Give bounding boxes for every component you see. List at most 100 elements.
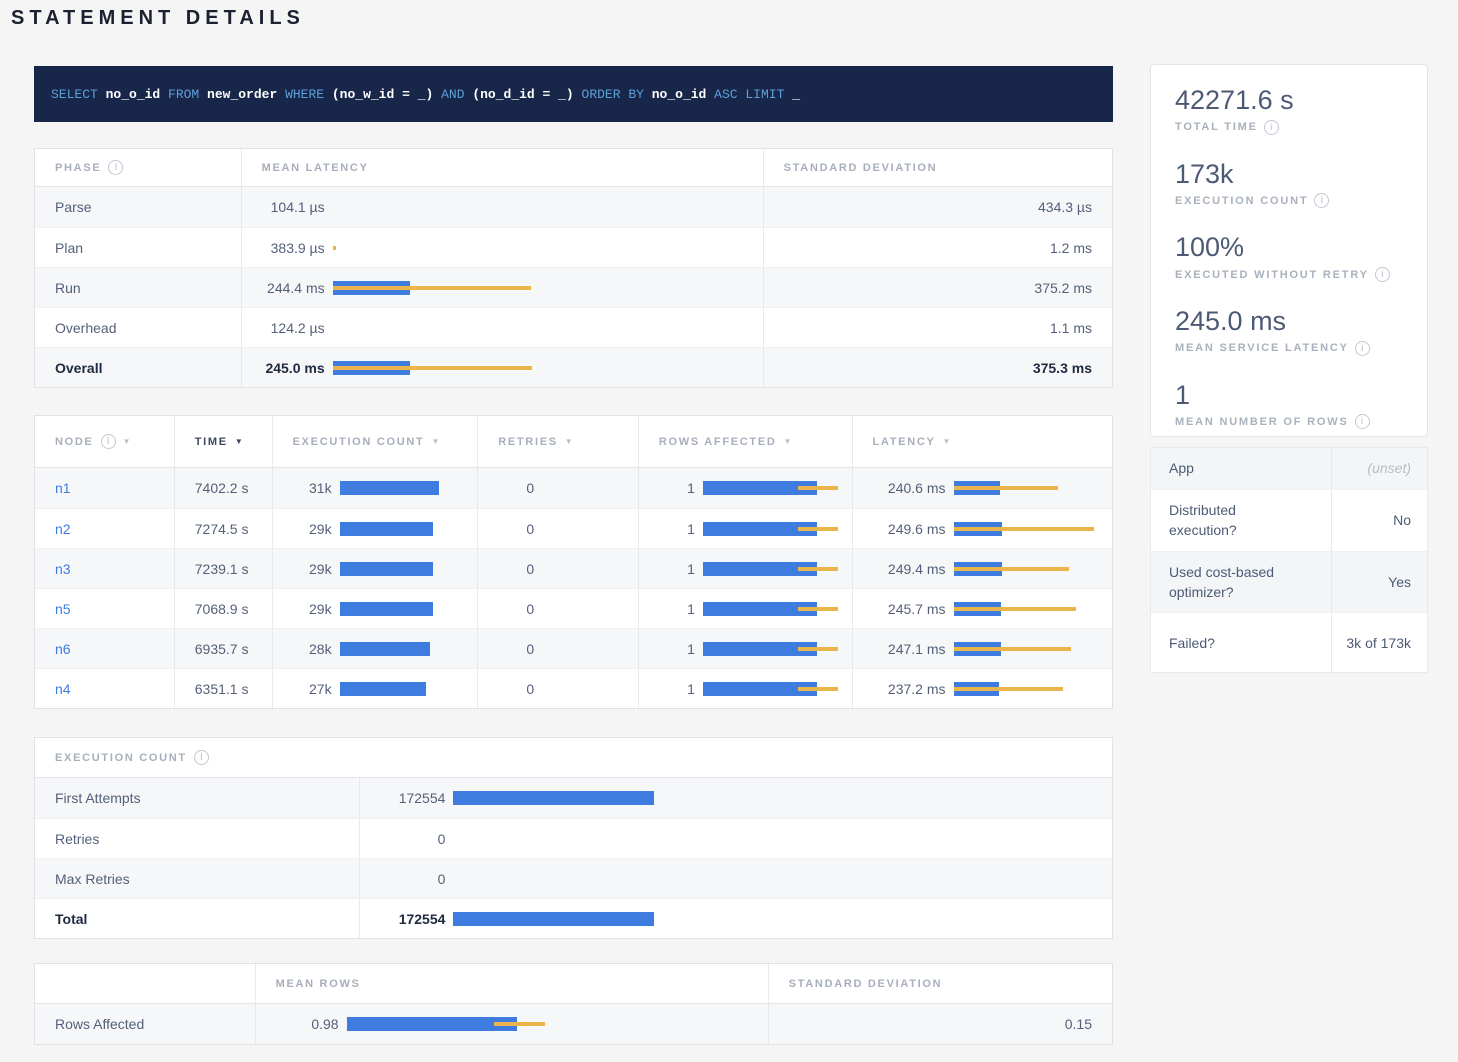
table-row: Retries 0 <box>35 818 1112 858</box>
info-icon[interactable]: i <box>108 160 123 175</box>
node-table-header-row: NODE i ▼ TIME ▼ EXECUTION COUNT ▼ RETRIE… <box>35 416 1112 468</box>
std-dev-column-header: STANDARD DEVIATION <box>763 149 1112 186</box>
info-icon[interactable]: i <box>194 750 209 765</box>
execution-count-value: 29k <box>293 561 332 577</box>
execution-count-value: 31k <box>293 480 332 496</box>
stat-label: MEAN SERVICE LATENCY <box>1175 342 1349 354</box>
table-row: n5 7068.9 s 29k 0 1 245.7 ms <box>35 588 1112 628</box>
phase-label: Overhead <box>55 320 116 336</box>
std-dev-value: 0.15 <box>1065 1016 1092 1032</box>
execution-count-bar <box>340 481 478 495</box>
rows-affected-column-header[interactable]: ROWS AFFECTED ▼ <box>638 416 852 467</box>
mean-rows-column-header: MEAN ROWS <box>255 964 768 1003</box>
rows-affected-table: MEAN ROWS STANDARD DEVIATION Rows Affect… <box>34 963 1113 1045</box>
time-column-label: TIME <box>195 436 228 448</box>
rows-affected-value: 1 <box>659 480 695 496</box>
retries-value: 0 <box>498 480 534 496</box>
table-row: n1 7402.2 s 31k 0 1 240.6 ms <box>35 468 1112 508</box>
node-link[interactable]: n5 <box>55 601 71 617</box>
info-icon[interactable]: i <box>1264 120 1279 135</box>
info-icon[interactable]: i <box>1355 414 1370 429</box>
latency-column-header[interactable]: LATENCY ▼ <box>852 416 1113 467</box>
rows-affected-value: 1 <box>659 561 695 577</box>
std-dev-column-header: STANDARD DEVIATION <box>768 964 1112 1003</box>
std-dev-value: 375.3 ms <box>1033 360 1092 376</box>
table-row: Rows Affected 0.98 0.15 <box>35 1004 1112 1044</box>
rows-affected-bar <box>703 522 852 536</box>
retries-bar <box>542 602 638 616</box>
mean-rows-value: 0.98 <box>276 1016 339 1032</box>
fact-row-failed: Failed? 3k of 173k <box>1151 612 1427 672</box>
latency-bar <box>333 281 763 295</box>
table-row: First Attempts 172554 <box>35 778 1112 818</box>
node-link[interactable]: n3 <box>55 561 71 577</box>
retries-value: 0 <box>498 601 534 617</box>
node-link[interactable]: n4 <box>55 681 71 697</box>
fact-label: Failed? <box>1151 613 1331 672</box>
table-row: n2 7274.5 s 29k 0 1 249.6 ms <box>35 508 1112 548</box>
execution-count-value: 28k <box>293 641 332 657</box>
time-value: 7402.2 s <box>195 480 249 496</box>
rows-affected-value: 1 <box>659 601 695 617</box>
stat-label: MEAN NUMBER OF ROWS <box>1175 416 1349 428</box>
phase-column-label: PHASE <box>55 162 101 174</box>
info-icon[interactable]: i <box>1375 267 1390 282</box>
row-label: Retries <box>55 831 99 847</box>
table-row: Total 172554 <box>35 898 1112 938</box>
fact-row-cost-based-optimizer: Used cost-based optimizer? Yes <box>1151 551 1427 613</box>
latency-bar <box>954 562 1113 576</box>
retries-value: 0 <box>498 641 534 657</box>
node-column-label: NODE <box>55 436 94 448</box>
time-value: 6351.1 s <box>195 681 249 697</box>
std-dev-value: 1.1 ms <box>1050 320 1092 336</box>
rows-affected-bar <box>703 562 852 576</box>
count-value: 0 <box>380 831 445 847</box>
info-icon[interactable]: i <box>1314 193 1329 208</box>
latency-bar <box>954 481 1113 495</box>
node-link[interactable]: n6 <box>55 641 71 657</box>
fact-label: App <box>1151 448 1331 489</box>
table-row: Overhead 124.2 µs 1.1 ms <box>35 307 1112 347</box>
latency-bar <box>333 321 763 335</box>
info-icon[interactable]: i <box>101 434 116 449</box>
latency-column-label: LATENCY <box>873 436 936 448</box>
rows-affected-bar <box>703 602 852 616</box>
fact-value: 3k of 173k <box>1346 633 1411 653</box>
execution-count-column-label: EXECUTION COUNT <box>293 436 425 448</box>
node-table: NODE i ▼ TIME ▼ EXECUTION COUNT ▼ RETRIE… <box>34 415 1113 709</box>
execution-count-table-header: EXECUTION COUNT i <box>35 738 1112 777</box>
stat-label: TOTAL TIME <box>1175 121 1258 133</box>
summary-stats-card: 42271.6 s TOTAL TIMEi 173k EXECUTION COU… <box>1150 64 1428 437</box>
fact-value: Yes <box>1388 572 1411 592</box>
latency-bar <box>954 642 1113 656</box>
time-value: 7274.5 s <box>195 521 249 537</box>
row-label: First Attempts <box>55 790 141 806</box>
info-icon[interactable]: i <box>1355 341 1370 356</box>
retries-column-header[interactable]: RETRIES ▼ <box>477 416 638 467</box>
execution-count-column-header[interactable]: EXECUTION COUNT ▼ <box>272 416 478 467</box>
stat-value: 245.0 ms <box>1175 307 1407 337</box>
sort-icon: ▼ <box>784 437 792 446</box>
rows-affected-header-row: MEAN ROWS STANDARD DEVIATION <box>35 964 1112 1004</box>
mean-latency-value: 104.1 µs <box>262 199 325 215</box>
execution-count-bar <box>340 602 478 616</box>
stat-label: EXECUTED WITHOUT RETRY <box>1175 269 1369 281</box>
retries-bar <box>542 562 638 576</box>
rows-affected-value: 1 <box>659 521 695 537</box>
mean-rows-bar <box>347 1017 768 1031</box>
latency-bar <box>954 682 1113 696</box>
stat-value: 1 <box>1175 381 1407 411</box>
sort-icon: ▼ <box>565 437 573 446</box>
mean-rows-column-label: MEAN ROWS <box>276 978 361 990</box>
latency-bar <box>954 602 1113 616</box>
table-row: n6 6935.7 s 28k 0 1 247.1 ms <box>35 628 1112 668</box>
node-link[interactable]: n1 <box>55 480 71 496</box>
node-link[interactable]: n2 <box>55 521 71 537</box>
node-column-header[interactable]: NODE i ▼ <box>35 416 174 467</box>
latency-value: 245.7 ms <box>873 601 946 617</box>
time-column-header[interactable]: TIME ▼ <box>174 416 272 467</box>
table-row: Max Retries 0 <box>35 858 1112 898</box>
phase-table-header-row: PHASE i MEAN LATENCY STANDARD DEVIATION <box>35 149 1112 187</box>
latency-bar <box>333 241 763 255</box>
stat-value: 173k <box>1175 160 1407 190</box>
